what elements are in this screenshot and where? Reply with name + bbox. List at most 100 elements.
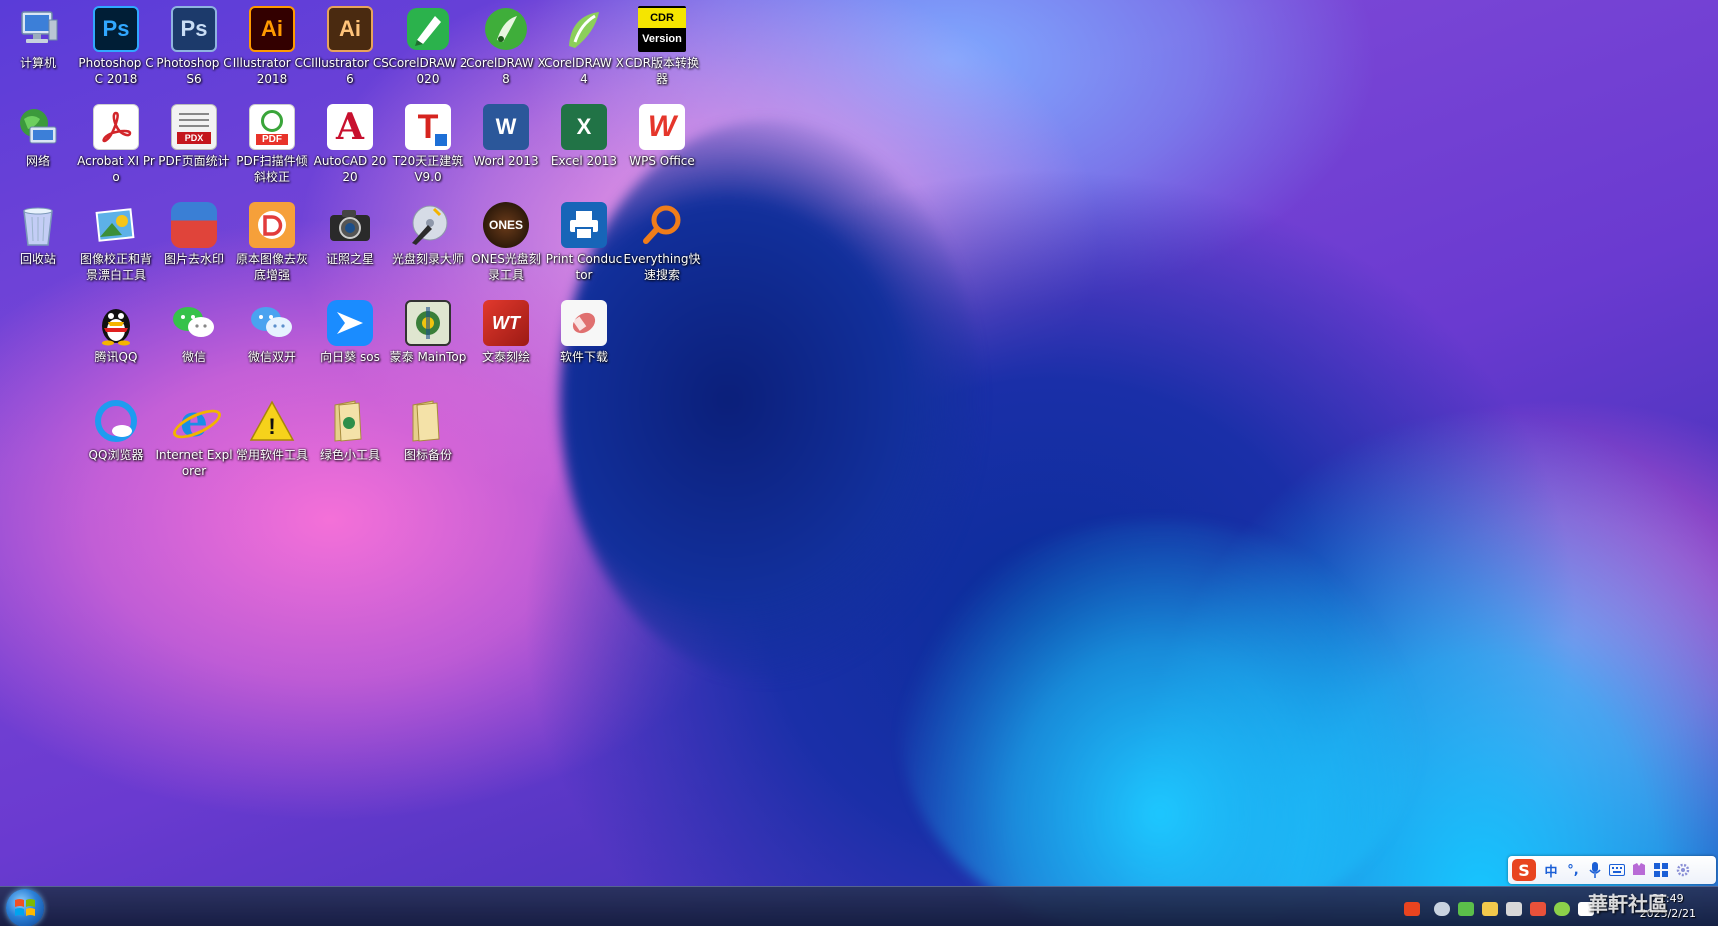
punctuation-icon[interactable]: °, — [1564, 861, 1582, 879]
qq-penguin-icon — [93, 300, 139, 346]
desktop-icon-print-conductor[interactable]: Print Conductor — [546, 202, 622, 283]
desktop-icon-wps-office[interactable]: W WPS Office — [624, 104, 700, 169]
desktop-icon-word-2013[interactable]: W Word 2013 — [468, 104, 544, 169]
ime-language-bar[interactable]: S 中 °, — [1508, 856, 1716, 884]
desktop-icon-software-download[interactable]: 软件下载 — [546, 300, 622, 365]
desktop-icon-disc-burner[interactable]: 光盘刻录大师 — [390, 202, 466, 267]
desktop-icon-acrobat[interactable]: Acrobat XI Pro — [77, 104, 155, 185]
icon-label: CDR版本转换器 — [625, 56, 699, 86]
network-tray-icon[interactable] — [1458, 902, 1474, 916]
icon-label: 计算机 — [19, 56, 56, 70]
desktop-icon-excel-2013[interactable]: X Excel 2013 — [546, 104, 622, 169]
desktop-icon-wechat[interactable]: 微信 — [156, 300, 232, 365]
desktop-icon-internet-explorer[interactable]: e Internet Explorer — [155, 396, 233, 479]
magnifier-icon — [639, 202, 685, 248]
desktop-icon-cdr-converter[interactable]: CDR Version CDR版本转换器 — [624, 6, 700, 87]
word-icon: W — [483, 104, 529, 150]
ime-mode-toggle[interactable]: 中 — [1542, 861, 1560, 880]
autocad-icon: A — [327, 104, 373, 150]
desktop-icon-icon-backup[interactable]: 图标备份 — [390, 398, 466, 463]
photoshop-icon: Ps — [171, 6, 217, 52]
wechat-dual-icon — [249, 300, 295, 346]
folder-icon — [405, 398, 451, 444]
excel-glyph: X — [576, 114, 592, 139]
green-tray-icon[interactable] — [1554, 902, 1570, 916]
desktop-icon-ones-burner[interactable]: ONES ONES光盘刻录工具 — [468, 202, 544, 283]
desktop-icon-coreldraw-x4[interactable]: CorelDRAW X4 — [544, 6, 624, 87]
desktop-icon-photoshop-cc2018[interactable]: Ps Photoshop CC 2018 — [78, 6, 154, 87]
skin-icon[interactable] — [1630, 861, 1648, 879]
ones-disc-icon: ONES — [483, 202, 529, 248]
desktop-icon-recycle-bin[interactable]: 回收站 — [0, 202, 76, 267]
desktop-icon-id-photo[interactable]: 证照之星 — [312, 202, 388, 267]
desktop-icon-wechat-dual[interactable]: 微信双开 — [234, 300, 310, 365]
desktop-icon-qq[interactable]: 腾讯QQ — [78, 300, 154, 365]
icon-label: CorelDRAW X4 — [544, 56, 624, 86]
sogou-tray-icon[interactable] — [1404, 902, 1420, 916]
icon-label: Photoshop CS6 — [156, 56, 232, 86]
desktop-icon-illustrator-cc2018[interactable]: Ai Illustrator CC 2018 — [233, 6, 311, 87]
desktop-icon-qq-browser[interactable]: QQ浏览器 — [78, 398, 154, 463]
icon-label: PDF扫描件倾斜校正 — [236, 154, 308, 184]
icon-label: Word 2013 — [473, 154, 539, 168]
shield-icon[interactable] — [1530, 902, 1546, 916]
desktop-icon-maintop[interactable]: 蒙泰 MainTop — [390, 300, 466, 365]
warning-icon: ! — [249, 398, 295, 444]
settings-gear-icon[interactable] — [1674, 861, 1692, 879]
desktop-icon-image-correction[interactable]: 图像校正和背景漂白工具 — [78, 202, 154, 283]
folder-icon — [327, 398, 373, 444]
keyboard-icon[interactable] — [1608, 861, 1626, 879]
cloud-icon[interactable] — [1434, 902, 1450, 916]
desktop-icon-sunflower-sos[interactable]: 向日葵 sos — [312, 300, 388, 365]
toolbox-grid-icon[interactable] — [1652, 861, 1670, 879]
wps-icon: W — [639, 104, 685, 150]
excel-icon: X — [561, 104, 607, 150]
desktop-icon-coreldraw-2020[interactable]: CorelDRAW 2020 — [388, 6, 468, 87]
pdf-scan-icon: PDF — [249, 104, 295, 150]
image-correction-icon — [93, 202, 139, 248]
icon-label: 回收站 — [19, 252, 56, 266]
watermark-logo: 華軒社區 — [1588, 888, 1716, 926]
icon-label: 图标备份 — [403, 448, 452, 462]
desktop-icon-pdf-deskew[interactable]: PDF PDF扫描件倾斜校正 — [234, 104, 310, 185]
coreldraw-icon — [483, 6, 529, 52]
desktop-icon-wentai[interactable]: WT 文泰刻绘 — [468, 300, 544, 365]
ai-glyph: Ai — [339, 16, 361, 41]
coreldraw-icon — [561, 6, 607, 52]
version-text: Version — [638, 28, 686, 50]
icon-label: 软件下载 — [559, 350, 608, 364]
desktop-icon-pdf-page-count[interactable]: PDX PDF页面统计 — [156, 104, 232, 169]
pdf-text: PDF — [256, 133, 288, 145]
desktop-wallpaper: 计算机 Ps Photoshop CC 2018 Ps Photoshop CS… — [0, 0, 1718, 926]
sunflower-icon — [327, 300, 373, 346]
desktop-icon-image-degray[interactable]: 原本图像去灰底增强 — [234, 202, 310, 283]
desktop-icon-illustrator-cs6[interactable]: Ai Illustrator CS6 — [311, 6, 389, 87]
desktop-icon-coreldraw-x8[interactable]: CorelDRAW X8 — [466, 6, 546, 87]
wallpaper-wave-cyan — [900, 520, 1420, 926]
windows-logo-icon — [15, 899, 35, 916]
desktop-icon-network[interactable]: 网络 — [0, 104, 76, 169]
vm-tray-icon[interactable] — [1506, 902, 1522, 916]
icon-label: Internet Explorer — [155, 448, 233, 478]
image-enhance-icon — [249, 202, 295, 248]
desktop-icon-computer[interactable]: 计算机 — [0, 6, 76, 71]
desktop-icon-everything[interactable]: Everything快速搜索 — [624, 202, 700, 283]
wentai-glyph: WT — [492, 312, 520, 333]
desktop-icon-autocad[interactable]: A AutoCAD 2020 — [312, 104, 388, 185]
icon-label: 微信双开 — [247, 350, 296, 364]
camera-icon — [327, 202, 373, 248]
desktop-icon-t20-tangent[interactable]: T T20天正建筑 V9.0 — [390, 104, 466, 185]
desktop-icon-photoshop-cs6[interactable]: Ps Photoshop CS6 — [156, 6, 232, 87]
photoshop-icon: Ps — [93, 6, 139, 52]
icon-label: 常用软件工具 — [235, 448, 308, 462]
folder-tray-icon[interactable] — [1482, 902, 1498, 916]
desktop-icon-common-tools[interactable]: ! 常用软件工具 — [234, 398, 310, 463]
ps-glyph: Ps — [102, 16, 130, 41]
sogou-ime-icon[interactable]: S — [1512, 859, 1536, 881]
desktop-icon-green-tools[interactable]: 绿色小工具 — [312, 398, 388, 463]
word-glyph: W — [495, 114, 517, 139]
start-button[interactable] — [6, 889, 44, 926]
desktop-icon-watermark-removal[interactable]: 图片去水印 — [156, 202, 232, 267]
microphone-icon[interactable] — [1586, 861, 1604, 879]
taskbar: 21:49 2025/2/21 — [0, 886, 1718, 926]
